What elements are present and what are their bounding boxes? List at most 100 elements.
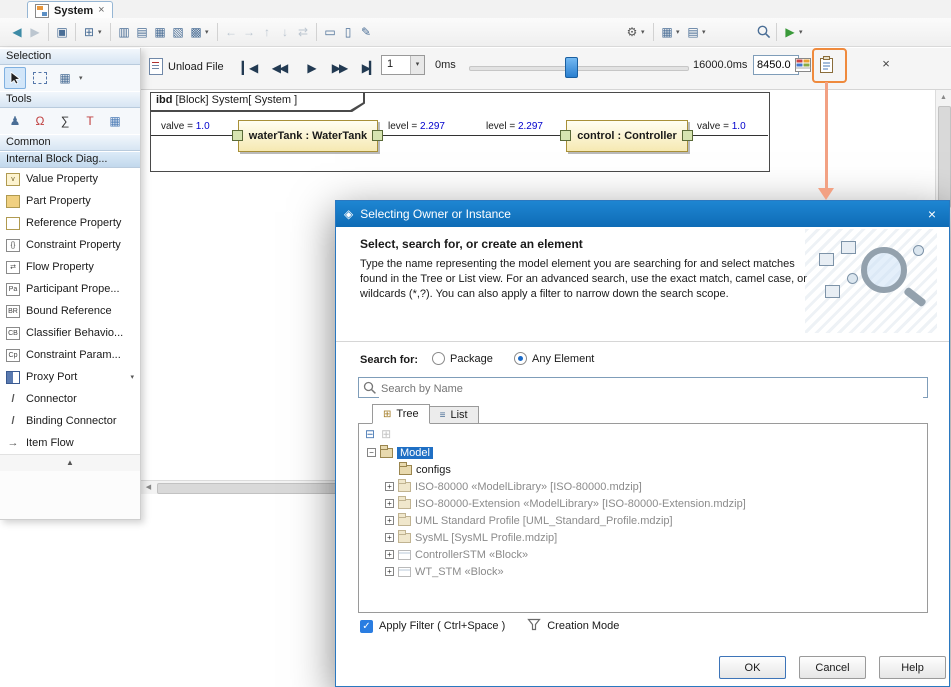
list-view-icon[interactable]: ▤: [684, 23, 702, 41]
note-icon[interactable]: ▭: [321, 23, 339, 41]
palette-item-value-property[interactable]: v Value Property: [0, 168, 140, 190]
palette-item-binding-connector[interactable]: / Binding Connector: [0, 410, 140, 432]
chevron-down-icon[interactable]: ▾: [702, 28, 710, 36]
tree-item-wtstm[interactable]: + WT_STM «Block»: [359, 563, 927, 580]
chevron-down-icon[interactable]: ▾: [676, 28, 684, 36]
radio-circle-selected-icon[interactable]: [514, 352, 527, 365]
tree-item-model[interactable]: − Model: [359, 444, 927, 461]
pointer-tool-icon[interactable]: [4, 67, 26, 89]
distribute-icon[interactable]: ▧: [169, 23, 187, 41]
expand-expander-icon[interactable]: +: [385, 533, 394, 542]
time-slider[interactable]: [469, 57, 687, 77]
table-view-icon[interactable]: ▦: [658, 23, 676, 41]
radio-package[interactable]: Package: [432, 352, 493, 365]
swap-orientation-icon[interactable]: ⇄: [294, 23, 312, 41]
chevron-down-icon[interactable]: ▾: [98, 28, 106, 36]
chevron-down-icon[interactable]: ▾: [130, 373, 134, 381]
layout-tree-icon[interactable]: ⊞: [80, 23, 98, 41]
copy-diagram-icon[interactable]: ▣: [53, 23, 71, 41]
search-input[interactable]: [379, 379, 923, 398]
chevron-down-icon[interactable]: ▾: [79, 74, 87, 82]
text-tool-icon[interactable]: T: [79, 110, 101, 132]
tree-item-iso80000-extension[interactable]: + ISO-80000-Extension «ModelLibrary» [IS…: [359, 495, 927, 512]
expand-expander-icon[interactable]: +: [385, 567, 394, 576]
expand-expander-icon[interactable]: +: [385, 516, 394, 525]
layout-options-icon[interactable]: ▩: [187, 23, 205, 41]
sum-tool-icon[interactable]: ∑: [54, 110, 76, 132]
tree-item-controllerstm[interactable]: + ControllerSTM «Block»: [359, 546, 927, 563]
palette-section-selection[interactable]: Selection: [0, 48, 140, 65]
palette-item-constraint-property[interactable]: {} Constraint Property: [0, 234, 140, 256]
ok-button[interactable]: OK: [719, 656, 786, 679]
nav-forward-icon[interactable]: ▶: [26, 23, 44, 41]
tree-item-iso80000[interactable]: + ISO-80000 «ModelLibrary» [ISO-80000.md…: [359, 478, 927, 495]
palette-item-bound-reference[interactable]: BR Bound Reference: [0, 300, 140, 322]
tree-item-uml-standard-profile[interactable]: + UML Standard Profile [UML_Standard_Pro…: [359, 512, 927, 529]
group-select-icon[interactable]: ▦: [54, 67, 76, 89]
tab-close-icon[interactable]: ×: [98, 5, 104, 16]
tab-tree[interactable]: ⊞ Tree: [372, 404, 430, 424]
port-watertank-left[interactable]: [232, 130, 243, 141]
nudge-right-icon[interactable]: →: [240, 23, 258, 41]
nav-back-icon[interactable]: ◀: [8, 23, 26, 41]
port-controller-left[interactable]: [560, 130, 571, 141]
edit-icon[interactable]: ✎: [357, 23, 375, 41]
tab-system[interactable]: System ×: [27, 1, 113, 19]
tree-item-configs[interactable]: configs: [359, 461, 927, 478]
connector-line[interactable]: [383, 135, 560, 136]
chevron-down-icon[interactable]: ▾: [205, 28, 213, 36]
vertical-note-icon[interactable]: ▯: [339, 23, 357, 41]
note-tool-icon[interactable]: ♟: [4, 110, 26, 132]
search-box[interactable]: [358, 377, 928, 398]
search-icon[interactable]: [756, 24, 772, 40]
palette-item-item-flow[interactable]: → Item Flow: [0, 432, 140, 454]
expand-expander-icon[interactable]: +: [385, 550, 394, 559]
play-icon[interactable]: ▶: [299, 61, 323, 75]
skip-to-start-icon[interactable]: ▎◀: [237, 61, 261, 75]
chevron-down-icon[interactable]: ▾: [410, 56, 424, 74]
magnet-tool-icon[interactable]: Ω: [29, 110, 51, 132]
expand-expander-icon[interactable]: +: [385, 482, 394, 491]
filter-funnel-icon[interactable]: [527, 618, 541, 634]
palette-item-part-property[interactable]: Part Property: [0, 190, 140, 212]
current-time-field[interactable]: [753, 55, 799, 75]
export-table-icon[interactable]: [795, 58, 811, 75]
cancel-button[interactable]: Cancel: [799, 656, 866, 679]
nudge-left-icon[interactable]: ←: [222, 23, 240, 41]
connector-line[interactable]: [151, 135, 232, 136]
scroll-up-icon[interactable]: ▲: [936, 90, 951, 105]
run-simulation-icon[interactable]: ▶: [781, 23, 799, 41]
part-controller[interactable]: control : Controller: [566, 120, 688, 152]
palette-section-internal-block[interactable]: Internal Block Diag...: [0, 151, 140, 168]
gear-icon[interactable]: ⚙: [623, 23, 641, 41]
tab-list[interactable]: ≡ List: [430, 406, 479, 424]
palette-item-proxy-port[interactable]: Proxy Port ▾: [0, 366, 140, 388]
connector-line[interactable]: [693, 135, 768, 136]
palette-item-participant-property[interactable]: Pa Participant Prope...: [0, 278, 140, 300]
diagram-frame-header[interactable]: ibd [Block] System[ System ]: [151, 93, 365, 112]
palette-section-tools[interactable]: Tools: [0, 91, 140, 108]
slider-thumb[interactable]: [565, 57, 578, 78]
apply-filter-checkbox[interactable]: ✓: [360, 620, 373, 633]
palette-item-flow-property[interactable]: ⇄ Flow Property: [0, 256, 140, 278]
expand-all-icon[interactable]: ⊞: [381, 427, 391, 441]
unload-file-button[interactable]: Unload File: [149, 58, 224, 75]
expand-expander-icon[interactable]: +: [385, 499, 394, 508]
skip-to-end-icon[interactable]: ▶▎: [357, 61, 381, 75]
palette-scroll-up-button[interactable]: ▲: [0, 454, 140, 471]
palette-item-connector[interactable]: / Connector: [0, 388, 140, 410]
slider-track[interactable]: [469, 66, 689, 71]
scroll-left-icon[interactable]: ◀: [141, 481, 156, 494]
palette-item-reference-property[interactable]: Reference Property: [0, 212, 140, 234]
palette-item-constraint-parameter[interactable]: Cp Constraint Param...: [0, 344, 140, 366]
structure-tool-icon[interactable]: ▦: [104, 110, 126, 132]
marquee-select-icon[interactable]: [29, 67, 51, 89]
vertical-scroll-thumb[interactable]: [938, 106, 951, 208]
port-watertank-right[interactable]: [372, 130, 383, 141]
palette-item-classifier-behavior[interactable]: CB Classifier Behavio...: [0, 322, 140, 344]
nudge-up-icon[interactable]: ↑: [258, 23, 276, 41]
collapse-expander-icon[interactable]: −: [367, 448, 376, 457]
chevron-down-icon[interactable]: ▾: [799, 28, 807, 36]
radio-any-element[interactable]: Any Element: [514, 352, 594, 365]
collapse-all-icon[interactable]: ⊟: [365, 427, 375, 441]
